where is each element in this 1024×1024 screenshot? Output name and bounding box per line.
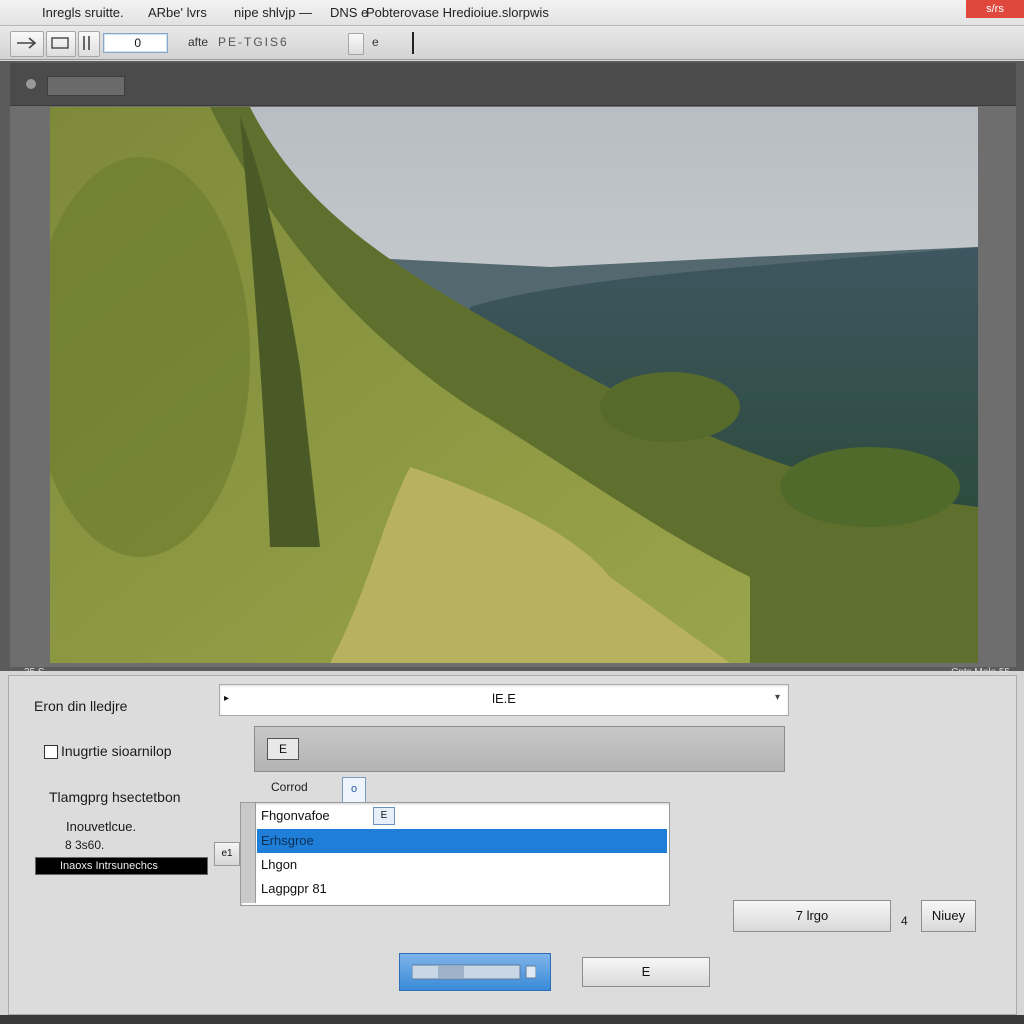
- toolbar-swatch[interactable]: [348, 33, 364, 55]
- field1-combo[interactable]: ▸ lE.E ▾: [219, 684, 789, 716]
- layer-name-field[interactable]: [47, 76, 125, 96]
- list-item[interactable]: Lagpgpr 81: [257, 877, 667, 901]
- close-button[interactable]: s/rs: [966, 0, 1024, 18]
- field1-value: lE.E: [492, 691, 516, 706]
- menu-item-file[interactable]: Inregls sruitte.: [42, 5, 124, 20]
- toolbar-label-a: afte: [188, 35, 209, 49]
- list-item-selected[interactable]: Erhsgroe: [257, 829, 667, 853]
- field3-toggle[interactable]: o: [342, 777, 366, 803]
- field2-chip: E: [267, 738, 299, 760]
- canvas-frame: [10, 106, 1016, 667]
- layers-panel-bar: [10, 63, 1016, 106]
- apply-button[interactable]: 7 lrgo: [733, 900, 891, 932]
- new-button[interactable]: Niuey: [921, 900, 976, 932]
- list-scrollbar[interactable]: [241, 803, 256, 903]
- ok-button-graphic: [412, 964, 536, 980]
- menu-item-view[interactable]: DNS e: [330, 5, 368, 20]
- toolbar-label-d: e: [372, 35, 379, 49]
- tool-select-button[interactable]: [46, 31, 76, 57]
- ok-button[interactable]: [399, 953, 551, 991]
- number-label: 4: [901, 914, 908, 928]
- field1-label: Eron din lledjre: [34, 698, 128, 714]
- list-item-label: Fhgonvafoe: [261, 808, 330, 823]
- canvas-photo[interactable]: [50, 107, 978, 663]
- toolbar-label-c: PE-TGIS6: [218, 35, 289, 49]
- option-listbox[interactable]: Fhgonvafoe E Erhsgroe Lhgon Lagpgpr 81: [240, 802, 670, 906]
- list-item[interactable]: Fhgonvafoe E: [257, 804, 667, 828]
- field3-caption: Corrod: [271, 780, 308, 794]
- brush-tool-icon: [83, 36, 90, 50]
- menu-item-image[interactable]: nipe shlvjp —: [234, 5, 312, 20]
- list-item[interactable]: Lhgon: [257, 853, 667, 877]
- workspace: 25 S Cnts Mole 55: [0, 61, 1024, 678]
- field2-label: Inugrtie sioarnilop: [61, 743, 172, 759]
- apply-icon: 7: [795, 908, 803, 923]
- text-cursor-icon: [412, 32, 414, 54]
- sub-label-2: 8 3s60.: [65, 838, 105, 852]
- tool-brush-button[interactable]: [78, 31, 100, 57]
- menu-bar: Inregls sruitte. ARbe' lvrs nipe shlvjp …: [0, 0, 1024, 26]
- sub-label-1: Inouvetlcue.: [66, 819, 137, 834]
- landscape-image: [50, 107, 978, 663]
- field2-checkbox[interactable]: [44, 745, 58, 759]
- tool-arrow-button[interactable]: [10, 31, 44, 57]
- field3-label: Tlamgprg hsectetbon: [49, 789, 181, 805]
- cancel-button[interactable]: E: [582, 957, 710, 987]
- field2-preview[interactable]: E: [254, 726, 785, 772]
- black-input-field[interactable]: Inaoxs Intrsunechcs: [35, 857, 208, 875]
- list-add-button[interactable]: e1: [214, 842, 240, 866]
- bottom-strip: [0, 1015, 1024, 1024]
- layer-icon: [26, 79, 36, 89]
- arrow-tool-icon: [17, 37, 37, 49]
- select-tool-icon: [51, 37, 69, 49]
- menu-item-edit[interactable]: ARbe' lvrs: [148, 5, 207, 20]
- dropdown-arrow-icon: ▾: [774, 692, 780, 703]
- zoom-input[interactable]: 0: [103, 33, 168, 53]
- toolbar: 0 afte PE-TGIS6 e: [0, 26, 1024, 60]
- menu-item-window[interactable]: Pobterovase Hredioiue.slorpwis: [366, 5, 549, 20]
- list-item-icon: E: [373, 807, 395, 825]
- options-dialog: Eron din lledjre ▸ lE.E ▾ Inugrtie sioar…: [8, 675, 1017, 1015]
- apply-label: lrgo: [806, 908, 829, 923]
